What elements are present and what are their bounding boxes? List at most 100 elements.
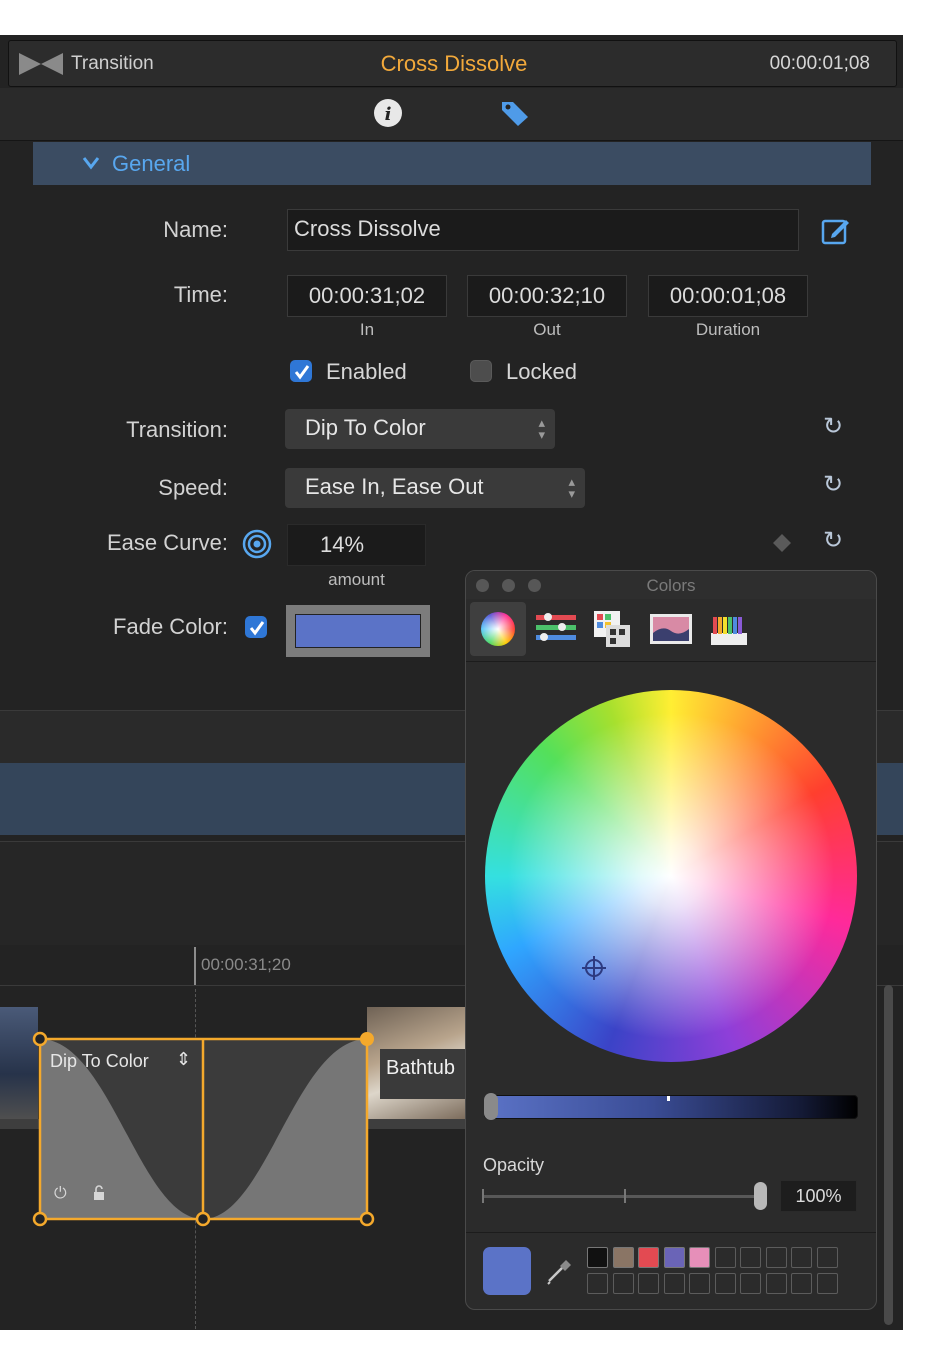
inspector-toolbar: i [0, 88, 903, 141]
target-icon[interactable] [242, 529, 272, 559]
checkmark-icon [249, 621, 265, 636]
crosshair-icon[interactable] [581, 955, 607, 981]
stepper-arrows-icon: ▴ ▾ [568, 474, 575, 501]
next-clip-label: Bathtub [386, 1057, 455, 1079]
color-swatch[interactable] [663, 1273, 685, 1294]
color-wheel-tab[interactable] [470, 602, 526, 656]
divider [466, 1232, 876, 1233]
time-duration-field[interactable]: 00:00:01;08 [648, 275, 808, 317]
speed-label: Speed: [158, 475, 228, 500]
color-swatch[interactable] [791, 1273, 812, 1294]
image-palettes-icon[interactable] [649, 613, 693, 645]
time-in-field[interactable]: 00:00:31;02 [287, 275, 447, 317]
checkmark-icon [294, 365, 310, 380]
ease-curve-label: Ease Curve: [106, 530, 228, 555]
time-out-value: 00:00:32;10 [488, 283, 606, 308]
color-swatch[interactable] [765, 1247, 787, 1268]
locked-checkbox[interactable] [470, 360, 492, 382]
color-swatch[interactable] [638, 1273, 659, 1294]
header-label: Transition [71, 53, 154, 74]
current-color-well[interactable] [483, 1247, 531, 1295]
color-swatch[interactable] [663, 1247, 685, 1268]
opacity-label: Opacity [483, 1155, 545, 1175]
next-clip-label-box: Bathtub [380, 1049, 470, 1099]
color-swatch[interactable] [689, 1273, 710, 1294]
enabled-checkbox[interactable] [290, 360, 312, 382]
color-swatch[interactable] [612, 1273, 634, 1294]
colors-panel: Colors Opacity 100% [465, 570, 877, 1310]
speed-value: Ease In, Ease Out [305, 474, 484, 499]
keyframe-icon[interactable] [772, 533, 792, 553]
color-sliders-icon[interactable] [534, 611, 578, 647]
time-in-value: 00:00:31;02 [308, 283, 426, 308]
opacity-slider-handle[interactable] [754, 1182, 767, 1210]
reset-icon[interactable]: ↻ [823, 526, 843, 555]
time-label: Time: [173, 282, 228, 307]
stepper-arrows-icon: ▴ ▾ [538, 415, 545, 442]
color-swatch[interactable] [714, 1247, 736, 1268]
color-swatch[interactable] [638, 1247, 659, 1268]
color-swatch[interactable] [689, 1247, 710, 1268]
color-palettes-icon[interactable] [592, 609, 632, 649]
section-title: General [112, 151, 191, 176]
time-out-field[interactable]: 00:00:32;10 [467, 275, 627, 317]
color-swatch[interactable] [740, 1273, 761, 1294]
inspector-header: Transition Cross Dissolve 00:00:01;08 [8, 40, 897, 87]
speed-popup[interactable]: Ease In, Ease Out ▴ ▾ [285, 468, 585, 508]
time-duration-value: 00:00:01;08 [669, 283, 787, 308]
color-swatch[interactable] [816, 1247, 838, 1268]
info-icon[interactable]: i [373, 98, 403, 128]
playhead-icon[interactable] [194, 947, 196, 985]
general-section-header[interactable]: General [33, 142, 871, 185]
tag-icon[interactable] [500, 99, 530, 127]
color-swatch[interactable] [740, 1247, 761, 1268]
opacity-field[interactable]: 100% [780, 1180, 857, 1212]
in-caption: In [359, 320, 375, 339]
ruler-timecode: 00:00:31;20 [201, 955, 291, 974]
transition-popup[interactable]: Dip To Color ▴ ▾ [285, 409, 555, 449]
fade-color-well[interactable] [286, 605, 430, 657]
transition-selection-frame [32, 1031, 375, 1227]
eyedropper-icon[interactable] [544, 1257, 574, 1287]
color-swatch[interactable] [765, 1273, 787, 1294]
pencils-icon[interactable] [709, 611, 749, 647]
color-swatch[interactable] [714, 1273, 736, 1294]
enabled-label: Enabled [326, 359, 407, 384]
brightness-slider-handle[interactable] [484, 1093, 498, 1120]
edit-icon[interactable] [821, 216, 851, 246]
color-swatch[interactable] [816, 1273, 838, 1294]
next-clip-audio [367, 1119, 467, 1129]
color-swatch[interactable] [791, 1247, 812, 1268]
colors-tab-bar [466, 599, 876, 662]
name-label: Name: [163, 217, 228, 242]
reset-icon[interactable]: ↻ [823, 470, 843, 499]
timeline-scrollbar[interactable] [884, 985, 893, 1325]
colors-title: Colors [646, 576, 696, 595]
color-swatch[interactable] [587, 1273, 608, 1294]
opacity-tick [624, 1189, 626, 1203]
fade-color-swatch [295, 614, 421, 648]
reset-icon[interactable]: ↻ [823, 412, 843, 441]
header-title: Cross Dissolve [380, 51, 528, 76]
transition-value: Dip To Color [305, 415, 426, 440]
ease-amount-value: 14% [320, 532, 365, 557]
opacity-tick [482, 1189, 484, 1203]
color-swatch[interactable] [587, 1247, 608, 1268]
brightness-slider[interactable] [484, 1095, 858, 1119]
duration-caption: Duration [695, 320, 761, 339]
chevron-down-icon [82, 157, 100, 170]
color-wheel-icon [481, 612, 515, 646]
name-field[interactable]: Cross Dissolve [287, 209, 799, 251]
transition-label: Transition: [126, 417, 228, 442]
ease-amount-caption: amount [328, 570, 385, 589]
color-wheel[interactable] [485, 690, 857, 1062]
transition-icon [19, 53, 63, 75]
opacity-value: 100% [795, 1186, 842, 1206]
fade-color-checkbox[interactable] [245, 616, 267, 638]
colors-titlebar: Colors [466, 571, 876, 599]
color-swatch[interactable] [612, 1247, 634, 1268]
saved-swatches [587, 1247, 847, 1295]
header-timecode: 00:00:01;08 [769, 53, 870, 74]
ease-amount-field[interactable]: 14% [287, 524, 426, 566]
name-value: Cross Dissolve [294, 216, 441, 241]
